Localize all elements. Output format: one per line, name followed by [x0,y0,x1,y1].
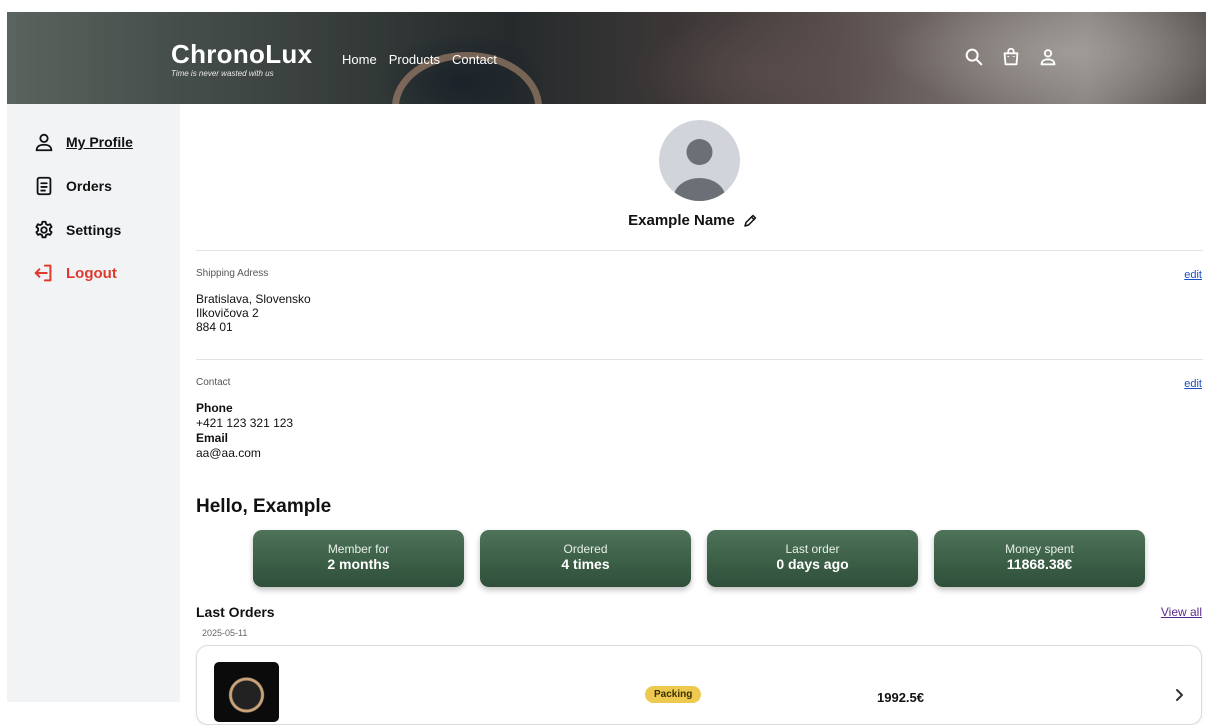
phone-label: Phone [196,401,233,415]
header-actions [963,46,1059,68]
pencil-icon[interactable] [742,213,758,229]
sidebar-item-label: My Profile [66,134,133,150]
order-date: 2025-05-11 [202,628,248,638]
search-icon[interactable] [963,46,985,68]
stat-value: 4 times [561,556,610,572]
stat-title: Last order [785,542,840,556]
shipping-address: Bratislava, Slovensko Ilkovičova 2 884 0… [196,292,311,334]
sidebar: My Profile Orders Settings Logout [7,104,180,702]
brand-tagline: Time is never wasted with us [171,69,274,78]
nav-products[interactable]: Products [389,52,440,67]
stat-card-last-order: Last order 0 days ago [707,530,918,587]
email-value: aa@aa.com [196,446,261,460]
stat-title: Member for [327,542,390,556]
last-orders-title: Last Orders [196,604,275,620]
stat-value: 2 months [327,556,390,572]
address-line: Bratislava, Slovensko [196,292,311,306]
contact-info: Phone +421 123 321 123 Email aa@aa.com [196,401,293,461]
greeting: Hello, Example [196,496,332,517]
stat-card-money-spent: Money spent 11868.38€ [934,530,1145,587]
brand-title[interactable]: ChronoLux [171,40,312,68]
shopping-bag-icon[interactable] [1000,46,1022,68]
phone-value: +421 123 321 123 [196,416,294,430]
order-total: 1992.5€ [877,690,924,705]
contact-label: Contact [196,377,231,388]
profile-name: Example Name [628,212,735,229]
stat-value: 11868.38€ [1006,556,1073,572]
main-nav: Home Products Contact [342,52,497,67]
view-all-link[interactable]: View all [1161,605,1202,619]
stat-title: Ordered [563,542,608,556]
shipping-address-label: Shipping Adress [196,268,269,279]
status-badge: Packing [645,686,702,703]
user-icon [33,131,55,153]
order-card[interactable]: Packing 1992.5€ [196,645,1202,725]
document-icon [33,175,55,197]
logout-icon [33,262,55,284]
sidebar-item-my-profile[interactable]: My Profile [33,131,133,153]
sidebar-item-label: Logout [66,264,117,282]
divider [196,250,1203,251]
stat-value: 0 days ago [776,556,849,572]
avatar[interactable] [659,120,740,201]
order-product-thumbnail [214,662,279,722]
chevron-right-icon[interactable] [1171,687,1187,703]
sidebar-item-logout[interactable]: Logout [33,262,117,284]
nav-home[interactable]: Home [342,52,377,67]
contact-edit-link[interactable]: edit [1184,378,1202,390]
address-line: Ilkovičova 2 [196,306,259,320]
sidebar-item-orders[interactable]: Orders [33,175,112,197]
stat-title: Money spent [1005,542,1074,556]
address-line: 884 01 [196,320,233,334]
brand[interactable]: ChronoLux Time is never wasted with us [171,40,312,78]
sidebar-item-label: Orders [66,178,112,194]
email-label: Email [196,431,229,445]
nav-contact[interactable]: Contact [452,52,497,67]
stat-card-member-for: Member for 2 months [253,530,464,587]
user-icon[interactable] [1037,46,1059,68]
stat-card-ordered: Ordered 4 times [480,530,691,587]
divider [196,359,1203,360]
profile-name-row: Example Name [0,212,1206,229]
header-banner: ChronoLux Time is never wasted with us H… [7,12,1206,104]
shipping-edit-link[interactable]: edit [1184,269,1202,281]
